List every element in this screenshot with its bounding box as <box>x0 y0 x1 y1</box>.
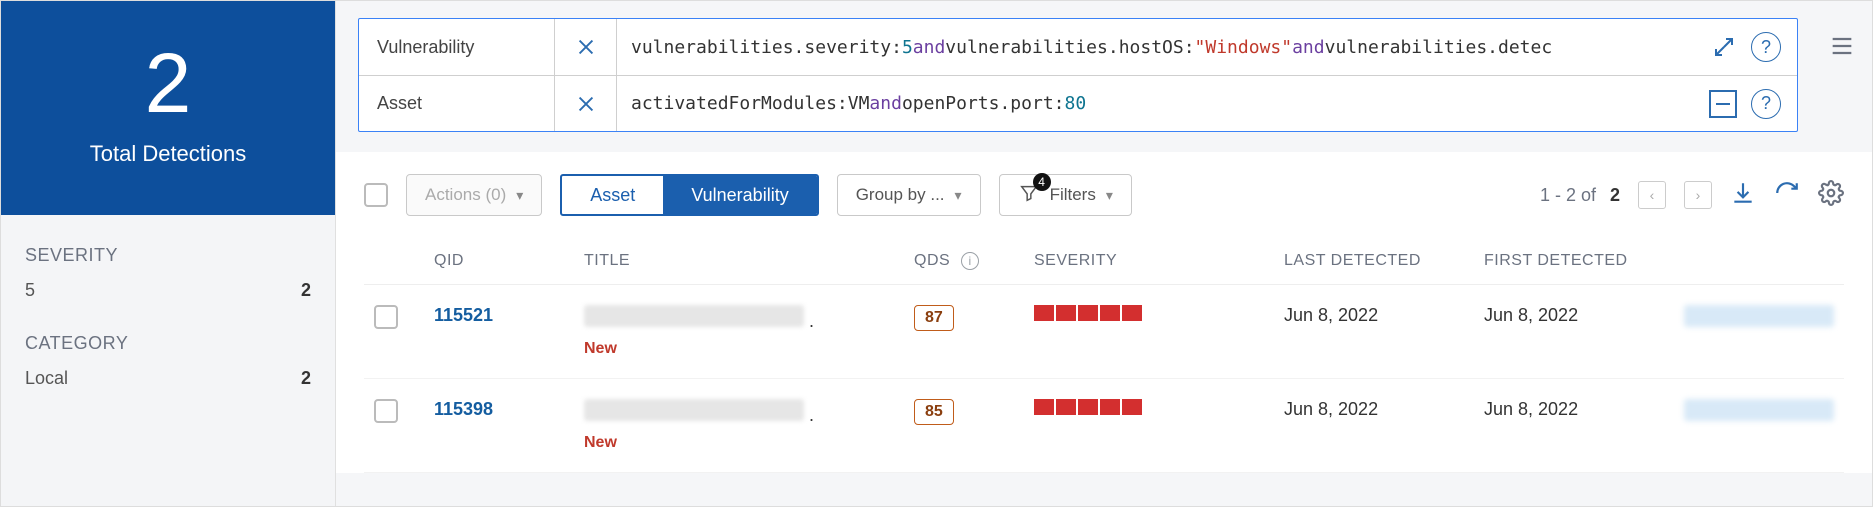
cell-redacted <box>1674 285 1844 379</box>
table-row[interactable]: 115398 .New 85 Jun 8, 2022Jun 8, 2022 <box>364 379 1844 473</box>
query-input-vulnerability[interactable]: vulnerabilities.severity:5 and vulnerabi… <box>617 19 1695 75</box>
chevron-down-icon: ▾ <box>1106 187 1113 204</box>
col-qds[interactable]: QDS i <box>904 238 1024 285</box>
total-detections-label: Total Detections <box>1 141 335 167</box>
cell-severity <box>1024 285 1274 379</box>
facet-title-category: CATEGORY <box>25 333 311 354</box>
cell-last-detected: Jun 8, 2022 <box>1274 285 1474 379</box>
table-row[interactable]: 115521 .New 87 Jun 8, 2022Jun 8, 2022 <box>364 285 1844 379</box>
severity-indicator <box>1034 399 1264 415</box>
segment-asset[interactable]: Asset <box>562 176 663 214</box>
info-icon[interactable]: i <box>961 252 979 270</box>
facet-title-severity: SEVERITY <box>25 245 311 266</box>
col-qid[interactable]: QID <box>424 238 574 285</box>
actions-dropdown[interactable]: Actions (0) ▾ <box>406 174 542 216</box>
funnel-icon: 4 <box>1018 182 1040 209</box>
col-first-detected[interactable]: FIRST DETECTED <box>1474 238 1674 285</box>
detections-summary: 2 Total Detections <box>1 1 335 215</box>
select-all-checkbox[interactable] <box>364 183 388 207</box>
results-table: QID TITLE QDS i SEVERITY LAST DETECTED F… <box>336 238 1872 473</box>
refresh-icon[interactable] <box>1774 180 1800 211</box>
query-row-label: Asset <box>359 76 555 131</box>
view-mode-toggle: Asset Vulnerability <box>560 174 818 216</box>
results-toolbar: Actions (0) ▾ Asset Vulnerability Group … <box>336 152 1872 238</box>
cell-first-detected: Jun 8, 2022 <box>1474 379 1674 473</box>
facet-group-category: CATEGORY Local 2 <box>25 333 311 393</box>
chevron-down-icon: ▾ <box>955 187 962 204</box>
facet-row-category-local[interactable]: Local 2 <box>25 364 311 393</box>
cell-qid[interactable]: 115521 <box>424 285 574 379</box>
query-row-actions: ? <box>1693 76 1797 131</box>
actions-label: Actions (0) <box>425 185 506 205</box>
query-row-label: Vulnerability <box>359 19 555 75</box>
download-icon[interactable] <box>1730 180 1756 211</box>
chevron-down-icon: ▾ <box>516 187 523 204</box>
facet-count: 2 <box>301 368 311 389</box>
sidebar: 2 Total Detections SEVERITY 5 2 CATEGORY… <box>1 1 336 506</box>
col-title[interactable]: TITLE <box>574 238 904 285</box>
clear-query-button[interactable] <box>555 76 617 131</box>
new-badge: New <box>584 434 894 452</box>
filters-label: Filters <box>1050 185 1096 205</box>
cell-last-detected: Jun 8, 2022 <box>1274 379 1474 473</box>
query-row-actions: ? <box>1695 19 1797 75</box>
qds-badge: 87 <box>914 305 954 331</box>
cell-qds: 85 <box>904 379 1024 473</box>
qds-badge: 85 <box>914 399 954 425</box>
row-checkbox[interactable] <box>374 305 398 329</box>
close-icon <box>575 36 597 58</box>
facet-count: 2 <box>301 280 311 301</box>
cell-redacted <box>1674 379 1844 473</box>
facet-label: 5 <box>25 280 35 301</box>
row-checkbox[interactable] <box>374 399 398 423</box>
query-row-asset: Asset activatedForModules:VM and openPor… <box>359 75 1797 131</box>
menu-button[interactable] <box>1820 18 1864 74</box>
app-root: 2 Total Detections SEVERITY 5 2 CATEGORY… <box>0 0 1873 507</box>
range-prefix: 1 - 2 of <box>1540 185 1596 206</box>
new-badge: New <box>584 340 894 358</box>
pagination-range: 1 - 2 of 2 <box>1540 185 1620 206</box>
range-total: 2 <box>1610 185 1620 206</box>
cell-qid[interactable]: 115398 <box>424 379 574 473</box>
close-icon <box>575 93 597 115</box>
filters-dropdown[interactable]: 4 Filters ▾ <box>999 174 1132 216</box>
facet-label: Local <box>25 368 68 389</box>
collapse-icon[interactable] <box>1709 90 1737 118</box>
group-by-label: Group by ... <box>856 185 945 205</box>
help-icon[interactable]: ? <box>1751 32 1781 62</box>
query-input-asset[interactable]: activatedForModules:VM and openPorts.por… <box>617 76 1693 131</box>
clear-query-button[interactable] <box>555 19 617 75</box>
cell-qds: 87 <box>904 285 1024 379</box>
cell-title: .New <box>574 285 904 379</box>
col-last-detected[interactable]: LAST DETECTED <box>1274 238 1474 285</box>
cell-first-detected: Jun 8, 2022 <box>1474 285 1674 379</box>
col-severity[interactable]: SEVERITY <box>1024 238 1274 285</box>
gear-icon[interactable] <box>1818 180 1844 211</box>
facet-panel: SEVERITY 5 2 CATEGORY Local 2 <box>1 215 335 451</box>
expand-icon[interactable] <box>1711 34 1737 60</box>
next-page-button[interactable]: › <box>1684 181 1712 209</box>
total-detections-count: 2 <box>1 41 335 125</box>
query-panel: Vulnerability vulnerabilities.severity:5… <box>358 18 1798 132</box>
help-icon[interactable]: ? <box>1751 89 1781 119</box>
query-row-vulnerability: Vulnerability vulnerabilities.severity:5… <box>359 19 1797 75</box>
redacted-title <box>584 305 804 327</box>
facet-group-severity: SEVERITY 5 2 <box>25 245 311 305</box>
group-by-dropdown[interactable]: Group by ... ▾ <box>837 174 981 216</box>
prev-page-button[interactable]: ‹ <box>1638 181 1666 209</box>
cell-severity <box>1024 379 1274 473</box>
cell-title: .New <box>574 379 904 473</box>
severity-indicator <box>1034 305 1264 321</box>
segment-vulnerability[interactable]: Vulnerability <box>663 176 816 214</box>
facet-row-severity-5[interactable]: 5 2 <box>25 276 311 305</box>
main-content: Vulnerability vulnerabilities.severity:5… <box>336 1 1872 506</box>
redacted-title <box>584 399 804 421</box>
filters-count-badge: 4 <box>1033 173 1051 191</box>
